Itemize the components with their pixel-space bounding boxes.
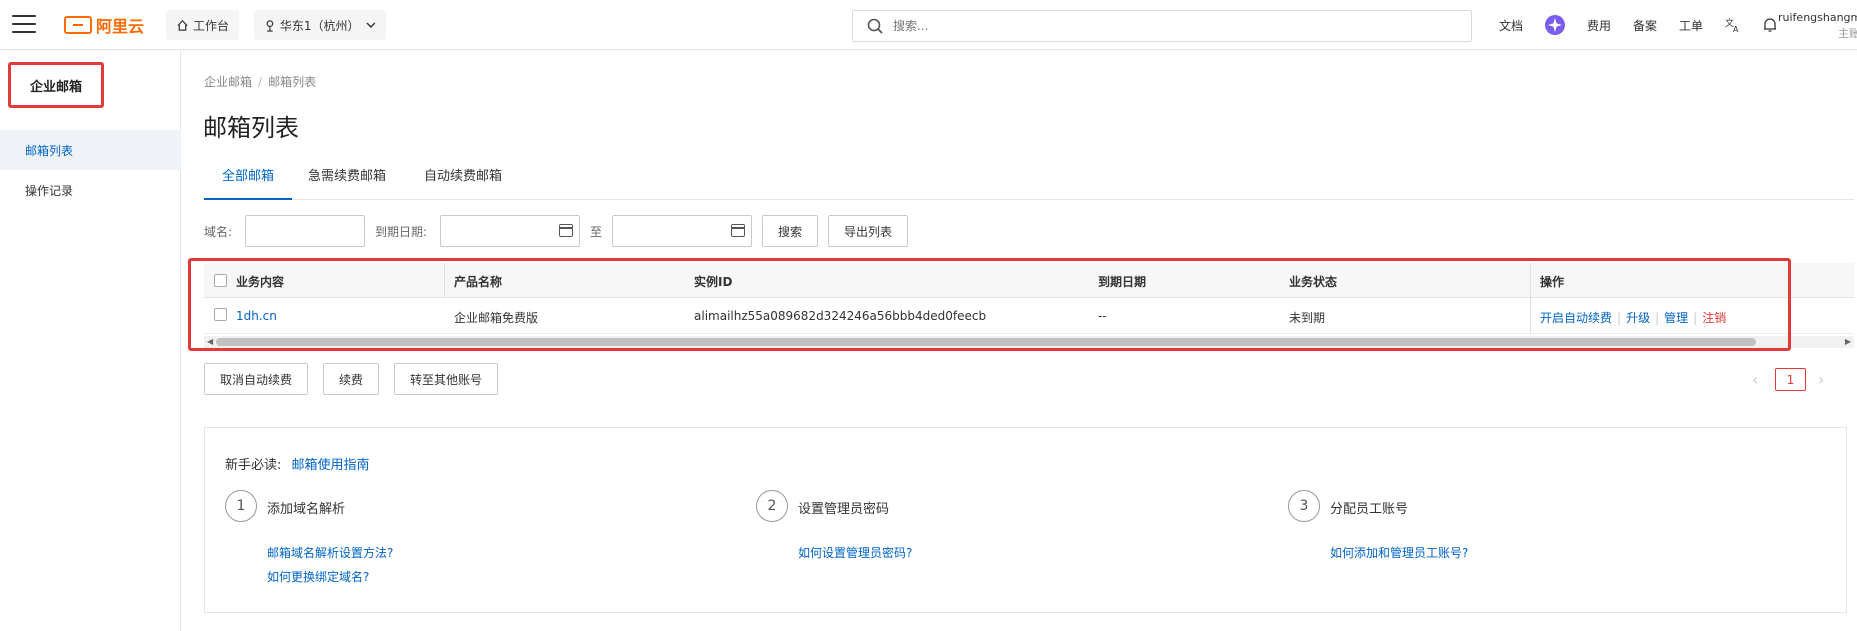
calendar-icon bbox=[559, 224, 573, 237]
next-page-icon[interactable]: › bbox=[1818, 370, 1824, 389]
step-help-link[interactable]: 如何添加和管理员工账号? bbox=[1330, 544, 1468, 561]
to-label: 至 bbox=[590, 225, 603, 239]
sidebar-item-mailbox-list[interactable]: 邮箱列表 bbox=[0, 130, 181, 170]
breadcrumb: 企业邮箱 / 邮箱列表 bbox=[204, 75, 317, 89]
menu-icon[interactable] bbox=[12, 15, 36, 35]
expiry-label: 到期日期: bbox=[375, 225, 428, 239]
transfer-account-button[interactable]: 转至其他账号 bbox=[394, 363, 498, 395]
guide-prefix: 新手必读: bbox=[225, 458, 282, 473]
nav-docs[interactable]: 文档 bbox=[1499, 17, 1523, 34]
tab-urgent-renewal[interactable]: 急需续费邮箱 bbox=[308, 160, 386, 200]
aliyun-logo-mark-icon bbox=[64, 16, 92, 34]
location-icon bbox=[266, 19, 274, 32]
export-list-button[interactable]: 导出列表 bbox=[828, 215, 908, 247]
guide-heading: 新手必读: 邮箱使用指南 bbox=[225, 454, 370, 473]
domain-input[interactable] bbox=[245, 215, 365, 247]
user-account[interactable]: ruifengshangm 主账 bbox=[1778, 10, 1857, 42]
sidebar-title: 企业邮箱 bbox=[8, 62, 104, 108]
search-button[interactable]: 搜索 bbox=[762, 215, 818, 247]
expiry-start-date[interactable] bbox=[440, 215, 580, 247]
tab-all-mailboxes[interactable]: 全部邮箱 bbox=[204, 160, 292, 200]
tab-bar: 全部邮箱 急需续费邮箱 自动续费邮箱 bbox=[204, 160, 1854, 200]
calendar-icon bbox=[731, 224, 745, 237]
domain-label: 域名: bbox=[204, 225, 233, 239]
top-nav: 文档 费用 备案 工单 文A bbox=[1488, 0, 1788, 50]
home-icon bbox=[177, 19, 188, 31]
user-name: ruifengshangm bbox=[1778, 11, 1857, 24]
guide-link[interactable]: 邮箱使用指南 bbox=[292, 458, 370, 473]
region-label: 华东1（杭州） bbox=[279, 18, 360, 33]
table-highlight-frame bbox=[188, 258, 1791, 351]
step-title: 设置管理员密码 bbox=[798, 502, 890, 517]
step-title: 添加域名解析 bbox=[267, 502, 346, 517]
nav-billing[interactable]: 费用 bbox=[1587, 17, 1611, 34]
sidebar: 企业邮箱 邮箱列表 操作记录 bbox=[0, 51, 181, 631]
expiry-end-date[interactable] bbox=[612, 215, 752, 247]
region-selector[interactable]: 华东1（杭州） bbox=[254, 10, 386, 40]
aliyun-logo[interactable]: 阿里云 bbox=[64, 13, 144, 37]
bell-icon[interactable] bbox=[1763, 17, 1777, 33]
renew-button[interactable]: 续费 bbox=[323, 363, 379, 395]
step-number: 2 bbox=[756, 490, 788, 522]
step-help-link[interactable]: 如何设置管理员密码? bbox=[798, 544, 912, 561]
logo-text: 阿里云 bbox=[96, 17, 145, 36]
step-title: 分配员工账号 bbox=[1330, 502, 1409, 517]
step-number: 1 bbox=[225, 490, 257, 522]
search-input[interactable] bbox=[893, 19, 1393, 33]
chevron-down-icon bbox=[366, 22, 376, 28]
getting-started-card: 新手必读: 邮箱使用指南 1 添加域名解析 邮箱域名解析设置方法? 如何更换绑定… bbox=[204, 427, 1847, 613]
ai-assistant-icon[interactable] bbox=[1545, 15, 1566, 35]
nav-icp[interactable]: 备案 bbox=[1633, 17, 1657, 34]
cancel-auto-renew-button[interactable]: 取消自动续费 bbox=[204, 363, 308, 395]
top-bar: 阿里云 工作台 华东1（杭州） 文档 费用 备案 工单 文A ruifengsh… bbox=[0, 0, 1857, 50]
step-help-link[interactable]: 如何更换绑定域名? bbox=[267, 568, 369, 585]
page-number[interactable]: 1 bbox=[1775, 368, 1806, 391]
scroll-right-icon[interactable]: ▶ bbox=[1845, 336, 1851, 348]
step-help-link[interactable]: 邮箱域名解析设置方法? bbox=[267, 544, 393, 561]
tab-auto-renewal[interactable]: 自动续费邮箱 bbox=[424, 160, 502, 200]
step-number: 3 bbox=[1288, 490, 1320, 522]
workbench-button[interactable]: 工作台 bbox=[166, 10, 240, 40]
language-icon[interactable]: 文A bbox=[1725, 17, 1741, 33]
workbench-label: 工作台 bbox=[193, 18, 230, 33]
prev-page-icon[interactable]: ‹ bbox=[1752, 370, 1758, 389]
breadcrumb-current: 邮箱列表 bbox=[268, 75, 317, 89]
page-title: 邮箱列表 bbox=[203, 114, 299, 142]
sidebar-item-operation-log[interactable]: 操作记录 bbox=[0, 170, 181, 210]
breadcrumb-item[interactable]: 企业邮箱 bbox=[204, 75, 252, 89]
svg-text:A: A bbox=[1733, 25, 1739, 33]
search-icon bbox=[867, 18, 883, 34]
global-search[interactable] bbox=[852, 10, 1472, 42]
nav-tickets[interactable]: 工单 bbox=[1679, 17, 1703, 34]
user-role: 主账 bbox=[1838, 27, 1857, 40]
